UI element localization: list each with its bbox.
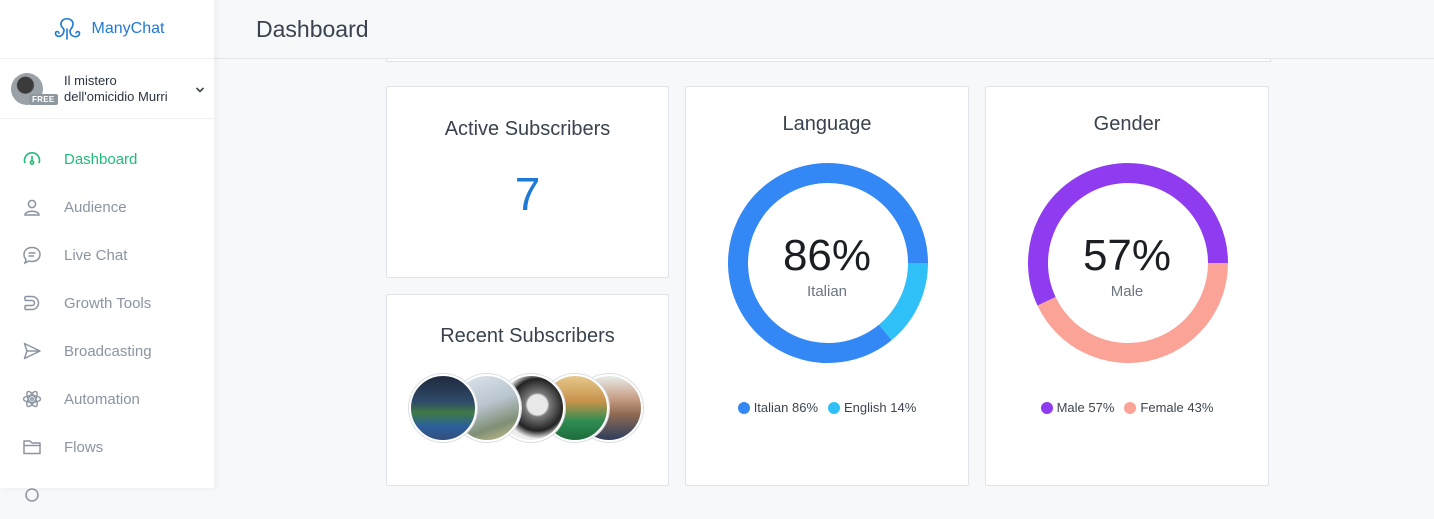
legend-item-female: Female 43% [1124, 400, 1213, 415]
sidebar-item-label: Dashboard [64, 150, 138, 168]
legend-item-english: English 14% [828, 400, 916, 415]
donut-center-percent: 86% [782, 231, 872, 280]
legend-label: English 14% [844, 400, 917, 415]
atom-icon [22, 389, 42, 409]
account-switcher[interactable]: FREE Il mistero dell'omicidio Murri [0, 58, 214, 119]
sidebar: ManyChat FREE Il mistero dell'omicidio M… [0, 0, 214, 502]
legend-dot [828, 401, 841, 414]
card-title: Recent Subscribers [440, 325, 615, 347]
settings-icon [22, 485, 42, 505]
legend-label: Male 57% [1056, 400, 1115, 415]
sidebar-item-growth-tools[interactable]: Growth Tools [0, 279, 214, 327]
top-header: Dashboard [214, 0, 1434, 59]
account-name: Il mistero dell'omicidio Murri [64, 72, 168, 104]
sidebar-item-dashboard[interactable]: Dashboard [0, 135, 214, 183]
brand-logo-link[interactable]: ManyChat [0, 0, 214, 58]
sidebar-item-label: Automation [64, 390, 140, 408]
chat-bubble-icon [22, 245, 42, 265]
legend-label: Italian 86% [753, 400, 819, 415]
chevron-down-icon[interactable] [195, 81, 205, 99]
recent-subscribers-card: Recent Subscribers [386, 294, 669, 486]
card-title: Language [782, 113, 872, 135]
donut-center-label: Male [1110, 283, 1144, 300]
manychat-logo-icon [50, 12, 84, 47]
card-title: Active Subscribers [444, 118, 611, 140]
sidebar-item-live-chat[interactable]: Live Chat [0, 231, 214, 279]
sidebar-item-more[interactable] [0, 471, 214, 519]
card-title: Gender [1093, 113, 1161, 135]
plan-badge: FREE [29, 93, 58, 105]
legend-dot [737, 401, 750, 414]
sidebar-item-label: Growth Tools [64, 294, 152, 312]
sidebar-item-label: Live Chat [64, 246, 128, 264]
chart-legend: Male 57% Female 43% [986, 400, 1268, 415]
donut-center-label: Italian [806, 283, 848, 300]
sidebar-item-flows[interactable]: Flows [0, 423, 214, 471]
recent-subscribers-avatars [409, 374, 649, 446]
sidebar-item-label: Flows [64, 438, 104, 456]
legend-label: Female 43% [1140, 400, 1214, 415]
legend-dot [1124, 401, 1137, 414]
person-icon [22, 197, 42, 217]
card-sliver [386, 59, 1271, 62]
paper-plane-icon [22, 341, 42, 361]
legend-item-italian: Italian 86% [737, 400, 819, 415]
chart-legend: Italian 86% English 14% [686, 400, 968, 415]
sidebar-item-audience[interactable]: Audience [0, 183, 214, 231]
sidebar-item-broadcasting[interactable]: Broadcasting [0, 327, 214, 375]
sidebar-nav: Dashboard Audience Live Chat Growth Tool… [0, 119, 214, 519]
gender-card: Gender 57% Male Male 57% Female 43% [985, 86, 1269, 486]
page-title: Dashboard [256, 16, 369, 42]
active-subscribers-count: 7 [514, 168, 541, 220]
folder-icon [22, 437, 42, 457]
sidebar-item-automation[interactable]: Automation [0, 375, 214, 423]
brand-name: ManyChat [91, 20, 165, 37]
account-avatar: FREE [11, 72, 58, 105]
language-card: Language 86% Italian Italian 86% English… [685, 86, 969, 486]
sidebar-item-label: Broadcasting [64, 342, 152, 360]
magnet-icon [22, 293, 42, 313]
donut-center-percent: 57% [1082, 231, 1172, 280]
active-subscribers-card[interactable]: Active Subscribers 7 [386, 86, 669, 278]
legend-dot [1040, 401, 1053, 414]
subscriber-avatar[interactable] [409, 374, 477, 442]
sidebar-item-label: Audience [64, 198, 127, 216]
legend-item-male: Male 57% [1040, 400, 1115, 415]
dashboard-gauge-icon [22, 149, 42, 169]
